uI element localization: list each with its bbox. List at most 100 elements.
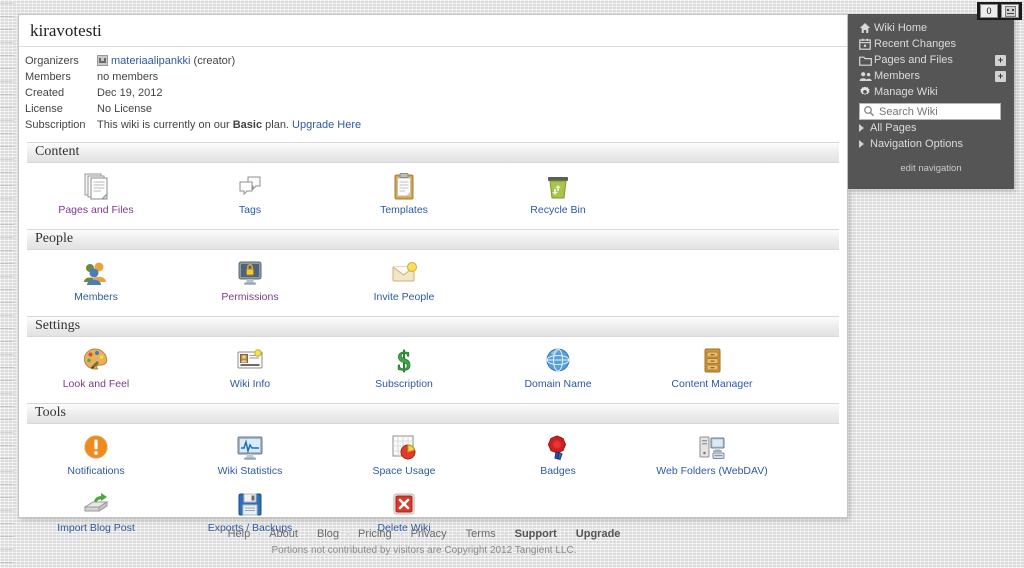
tile-label[interactable]: Wiki Info	[230, 378, 270, 390]
tile-label[interactable]: Domain Name	[524, 378, 591, 390]
sidebar-item-members[interactable]: Members +	[848, 68, 1014, 84]
table-row: Members no members	[25, 69, 361, 85]
pages-and-files-icon	[19, 171, 173, 201]
gear-icon	[859, 86, 874, 98]
tile-subscription[interactable]: $ Subscription	[327, 345, 481, 390]
footer-link-pricing[interactable]: Pricing	[358, 528, 392, 540]
sidebar-item-wiki-home[interactable]: Wiki Home	[848, 20, 1014, 36]
icon-row: Look and Feel Wiki Info $ Subscription D…	[19, 337, 847, 394]
disclosure-navigation-options[interactable]: Navigation Options	[848, 136, 1014, 152]
add-pages-and-files-button[interactable]: +	[995, 54, 1006, 66]
face-icon	[1004, 5, 1016, 17]
table-row: Organizers materiaalipankki (creator)	[25, 53, 361, 69]
tile-label[interactable]: Web Folders (WebDAV)	[656, 465, 767, 477]
subscription-icon: $	[327, 345, 481, 375]
disclosure-all-pages[interactable]: All Pages	[848, 120, 1014, 136]
info-label-created: Created	[25, 87, 65, 99]
tile-label[interactable]: Content Manager	[671, 378, 752, 390]
tile-notifications[interactable]: Notifications	[19, 432, 173, 477]
section-header-tools: Tools	[27, 403, 839, 424]
people-icon	[859, 71, 874, 82]
tile-members[interactable]: Members	[19, 258, 173, 303]
edit-navigation-link[interactable]: edit navigation	[848, 163, 1014, 174]
exports-backups-icon	[173, 489, 327, 519]
subscription-text-tail: plan.	[262, 119, 293, 131]
account-face-badge[interactable]	[1001, 4, 1019, 18]
info-value-members: no members	[97, 71, 159, 83]
tile-label[interactable]: Wiki Statistics	[218, 465, 283, 477]
home-icon	[859, 22, 874, 34]
notification-count-badge[interactable]: 0	[980, 4, 998, 18]
table-row: Subscription This wiki is currently on o…	[25, 117, 361, 133]
space-usage-icon	[327, 432, 481, 462]
organizer-link[interactable]: materiaalipankki	[111, 55, 190, 67]
look-and-feel-icon	[19, 345, 173, 375]
wiki-statistics-icon	[173, 432, 327, 462]
tile-label[interactable]: Recycle Bin	[530, 204, 585, 216]
footer-link-about[interactable]: About	[269, 528, 298, 540]
page-title: kiravotesti	[19, 15, 847, 47]
sidebar-item-manage-wiki[interactable]: Manage Wiki	[848, 84, 1014, 100]
tile-label[interactable]: Notifications	[67, 465, 124, 477]
tile-recycle-bin[interactable]: Recycle Bin	[481, 171, 635, 216]
tile-web-folders-webdav[interactable]: Web Folders (WebDAV)	[635, 432, 789, 477]
sidebar-item-recent-changes[interactable]: Recent Changes	[848, 36, 1014, 52]
calendar-icon	[859, 38, 874, 50]
tile-tags[interactable]: Tags	[173, 171, 327, 216]
wiki-settings-panel: kiravotesti Organizers materiaalipankki …	[18, 14, 848, 534]
invite-people-icon	[327, 258, 481, 288]
delete-wiki-icon	[327, 489, 481, 519]
sidebar-item-label: Recent Changes	[874, 38, 956, 50]
tile-badges[interactable]: Badges	[481, 432, 635, 477]
chevron-right-icon	[859, 124, 864, 132]
info-label-license: License	[25, 103, 63, 115]
table-row: Created Dec 19, 2012	[25, 85, 361, 101]
tile-content-manager[interactable]: Content Manager	[635, 345, 789, 390]
permissions-icon	[173, 258, 327, 288]
search-input[interactable]	[859, 103, 1001, 120]
sidebar-item-pages-and-files[interactable]: Pages and Files +	[848, 52, 1014, 68]
footer-link-terms[interactable]: Terms	[466, 528, 496, 540]
tile-label[interactable]: Permissions	[221, 291, 278, 303]
tile-label[interactable]: Templates	[380, 204, 428, 216]
tile-label[interactable]: Members	[74, 291, 118, 303]
notification-count-label: 0	[986, 6, 992, 16]
tile-wiki-info[interactable]: Wiki Info	[173, 345, 327, 390]
page-background-texture	[0, 0, 14, 568]
footer-link-list: Help · About · Blog · Pricing · Privacy · Terms · Su…	[0, 528, 848, 540]
members-icon	[19, 258, 173, 288]
tile-look-and-feel[interactable]: Look and Feel	[19, 345, 173, 390]
table-row: License No License	[25, 101, 361, 117]
organizer-role: (creator)	[190, 55, 236, 67]
tile-space-usage[interactable]: Space Usage	[327, 432, 481, 477]
tile-label[interactable]: Space Usage	[372, 465, 435, 477]
tile-domain-name[interactable]: Domain Name	[481, 345, 635, 390]
browser-badge-cluster: 0	[977, 2, 1022, 20]
tile-label[interactable]: Pages and Files	[58, 204, 133, 216]
tile-invite-people[interactable]: Invite People	[327, 258, 481, 303]
tile-label[interactable]: Badges	[540, 465, 576, 477]
footer-link-upgrade[interactable]: Upgrade	[576, 528, 621, 540]
info-value-organizers: materiaalipankki (creator)	[97, 53, 361, 69]
site-footer: Help · About · Blog · Pricing · Privacy · Terms · Su…	[0, 528, 848, 556]
disclosure-label: All Pages	[870, 122, 917, 134]
tile-label[interactable]: Invite People	[374, 291, 435, 303]
footer-separator: ·	[258, 529, 262, 539]
footer-link-support[interactable]: Support	[515, 528, 557, 540]
wiki-navigation-sidebar: Wiki Home Recent Changes Pages and Files…	[848, 14, 1014, 189]
tile-templates[interactable]: Templates	[327, 171, 481, 216]
tile-label[interactable]: Tags	[239, 204, 261, 216]
footer-link-privacy[interactable]: Privacy	[411, 528, 447, 540]
tile-label[interactable]: Look and Feel	[63, 378, 130, 390]
footer-link-help[interactable]: Help	[228, 528, 251, 540]
tile-permissions[interactable]: Permissions	[173, 258, 327, 303]
badges-icon	[481, 432, 635, 462]
sidebar-item-label: Pages and Files	[874, 54, 953, 66]
tile-pages-and-files[interactable]: Pages and Files	[19, 171, 173, 216]
add-members-button[interactable]: +	[995, 70, 1006, 82]
settings-sections: Content Pages and Files Tags Templates R…	[19, 142, 847, 538]
footer-link-blog[interactable]: Blog	[317, 528, 339, 540]
tile-label[interactable]: Subscription	[375, 378, 433, 390]
tile-wiki-statistics[interactable]: Wiki Statistics	[173, 432, 327, 477]
upgrade-here-link[interactable]: Upgrade Here	[292, 119, 361, 131]
